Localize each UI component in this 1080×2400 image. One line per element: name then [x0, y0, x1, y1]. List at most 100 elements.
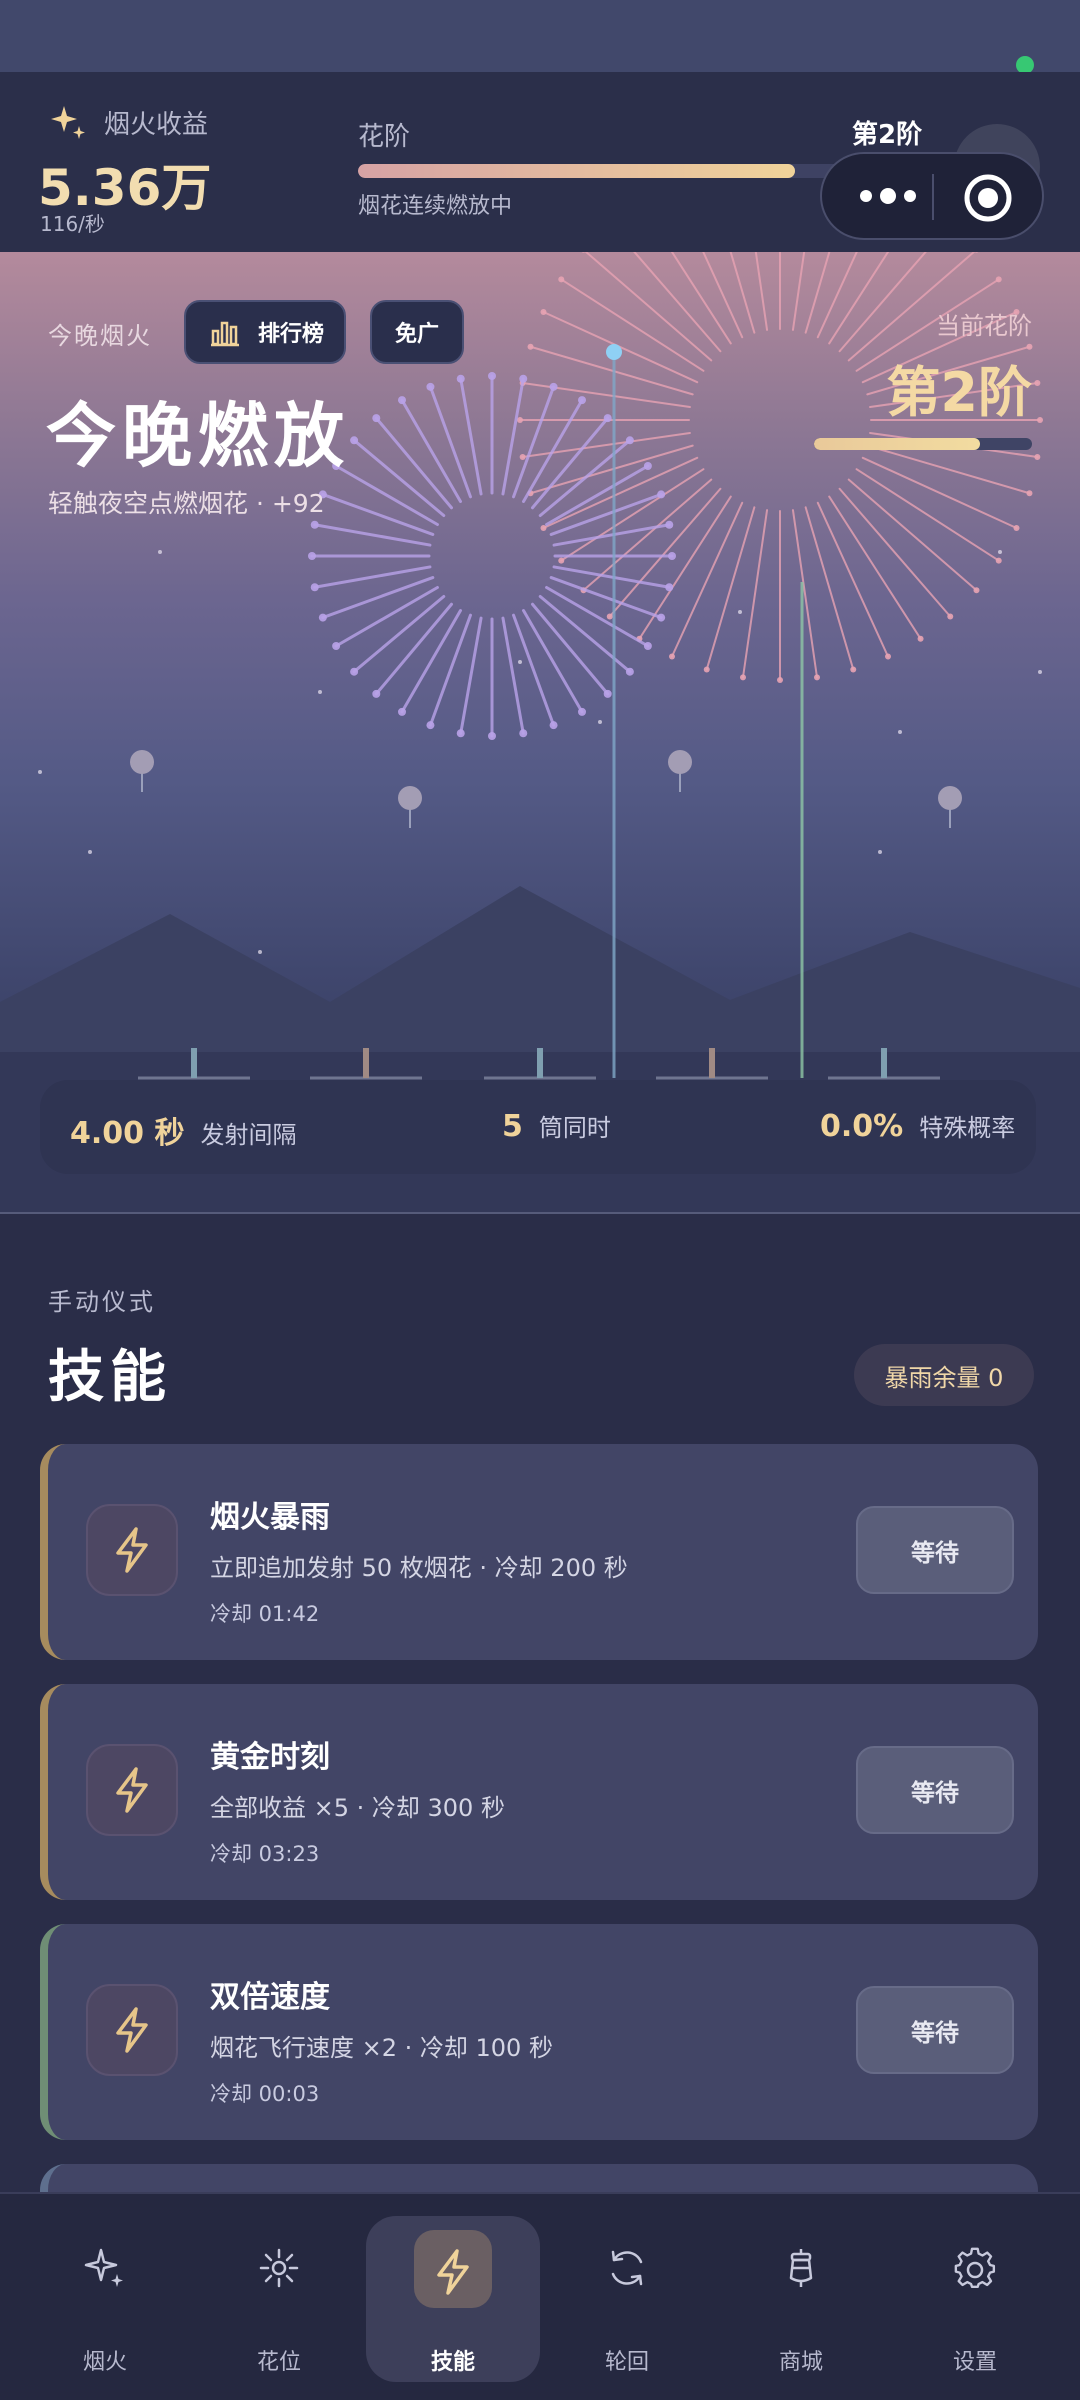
- close-target-icon[interactable]: [962, 172, 1014, 224]
- firework-spark: [625, 436, 634, 445]
- firework-spark: [973, 587, 980, 594]
- firework-ray: [754, 252, 769, 331]
- tab-fireworks[interactable]: 烟火: [18, 2194, 192, 2400]
- firework-ray: [861, 456, 1018, 530]
- ad-free-label: 免广: [394, 322, 439, 347]
- section-kicker: 手动仪式: [48, 1288, 156, 1316]
- firework-spark: [777, 677, 783, 683]
- tab-skills[interactable]: 技能: [366, 2194, 540, 2400]
- firework-spark: [1013, 525, 1020, 532]
- skill-name: 黄金时刻: [210, 1740, 330, 1775]
- stat-value: 4.00 秒: [70, 1116, 185, 1151]
- firework-ray: [670, 501, 744, 658]
- skill-wait-button[interactable]: 等待: [856, 1746, 1014, 1834]
- firework-spark: [665, 583, 674, 592]
- star: [258, 950, 262, 954]
- firework-spark: [1026, 490, 1033, 497]
- firework-spark: [310, 583, 319, 592]
- firework-ray: [670, 252, 732, 345]
- sparkle-icon: [51, 106, 85, 139]
- star: [518, 660, 522, 664]
- skill-cooldown: 冷却 00:03: [210, 2082, 320, 2106]
- section-divider: [0, 1212, 1080, 1214]
- firework-ray: [816, 252, 858, 339]
- firework-ray: [828, 252, 890, 345]
- firework-spark: [456, 374, 465, 383]
- firework-spark: [456, 729, 465, 738]
- current-tier-progress-fill: [814, 438, 980, 450]
- firework-ray: [791, 252, 806, 331]
- firework-spark: [603, 689, 612, 698]
- firework-spark: [703, 666, 710, 673]
- firework-spark: [372, 414, 381, 423]
- firework-spark: [603, 414, 612, 423]
- sky-lantern: [668, 750, 692, 774]
- stat-interval: 4.00 秒 发射间隔: [70, 1108, 296, 1152]
- firework-spark: [398, 707, 406, 716]
- firework-spark: [1037, 417, 1043, 423]
- leaderboard-button[interactable]: 排行榜: [184, 300, 346, 364]
- firework-burst-purple: [308, 372, 676, 740]
- status-bar: [0, 0, 1080, 74]
- skill-wait-button[interactable]: 等待: [856, 1506, 1014, 1594]
- firework-spark: [558, 557, 565, 564]
- current-tier-progress-bar: [814, 438, 1032, 450]
- tier-label: 花阶: [358, 122, 411, 152]
- sky-lantern: [130, 750, 154, 774]
- firework-spark: [488, 372, 496, 380]
- skill-cooldown: 冷却 03:23: [210, 1842, 320, 1866]
- fireworks-sky[interactable]: 今晚烟火 排行榜 免广 今晚燃放 轻触夜空点燃烟花 · +92 当前花阶 第2阶…: [0, 252, 1080, 1212]
- firework-spark: [606, 613, 613, 620]
- launch-tube: [191, 1048, 197, 1078]
- firework-ray: [542, 310, 699, 384]
- firework-spark: [1034, 379, 1041, 386]
- tab-reincarnation[interactable]: 轮回: [540, 2194, 714, 2400]
- firework-spark: [398, 396, 406, 405]
- ad-free-button[interactable]: 免广: [370, 300, 464, 364]
- income-header: 烟火收益 5.36万 116/秒 花阶 第2阶 烟花连续燃放中: [0, 72, 1080, 252]
- tab-flower-slots[interactable]: 花位: [192, 2194, 366, 2400]
- current-tier-value: 第2阶: [886, 361, 1032, 424]
- firework-spark: [995, 276, 1002, 283]
- bar-chart-icon: [211, 321, 239, 347]
- firework-spark: [643, 642, 652, 650]
- launch-tube: [363, 1048, 369, 1078]
- firework-spark: [517, 417, 523, 423]
- firework-spark: [917, 635, 924, 642]
- leaderboard-label: 排行榜: [258, 322, 325, 347]
- skill-card: 双倍速度 烟花飞行速度 ×2 · 冷却 100 秒 冷却 00:03 等待: [40, 1924, 1038, 2140]
- firework-spark: [625, 667, 634, 676]
- firework-spark: [488, 732, 496, 740]
- firework-spark: [308, 552, 316, 560]
- capsule-divider: [932, 174, 934, 220]
- rain-remaining-badge: 暴雨余量 0: [854, 1344, 1034, 1406]
- star: [1038, 670, 1042, 674]
- firework-spark: [578, 707, 586, 716]
- skill-wait-button[interactable]: 等待: [856, 1986, 1014, 2074]
- firework-spark: [549, 382, 558, 391]
- firework-spark: [540, 525, 547, 532]
- firework-spark: [885, 653, 892, 660]
- firework-spark: [519, 729, 528, 738]
- hero-subtitle: 今晚烟火: [48, 322, 152, 350]
- tab-label: 花位: [256, 2350, 301, 2375]
- firework-spark: [1034, 454, 1041, 461]
- stat-concurrent: 5 筒同时: [502, 1108, 611, 1144]
- firework-spark: [549, 721, 558, 730]
- launch-stats-bar: 4.00 秒 发射间隔 5 筒同时 0.0% 特殊概率: [40, 1080, 1036, 1174]
- firework-ray: [804, 252, 831, 334]
- lantern-icon: [773, 2240, 829, 2296]
- firework-spark: [372, 689, 381, 698]
- tab-settings[interactable]: 设置: [888, 2194, 1062, 2400]
- skill-name: 烟火暴雨: [210, 1500, 330, 1535]
- mini-program-capsule: [820, 152, 1044, 240]
- firework-spark: [668, 653, 675, 660]
- sky-lantern: [398, 786, 422, 810]
- stat-value: 5: [502, 1109, 523, 1144]
- star: [88, 850, 92, 854]
- more-icon[interactable]: [848, 174, 928, 218]
- tab-shop[interactable]: 商城: [714, 2194, 888, 2400]
- firework-ray: [729, 252, 756, 334]
- star: [738, 610, 742, 614]
- firework-spark: [739, 674, 746, 681]
